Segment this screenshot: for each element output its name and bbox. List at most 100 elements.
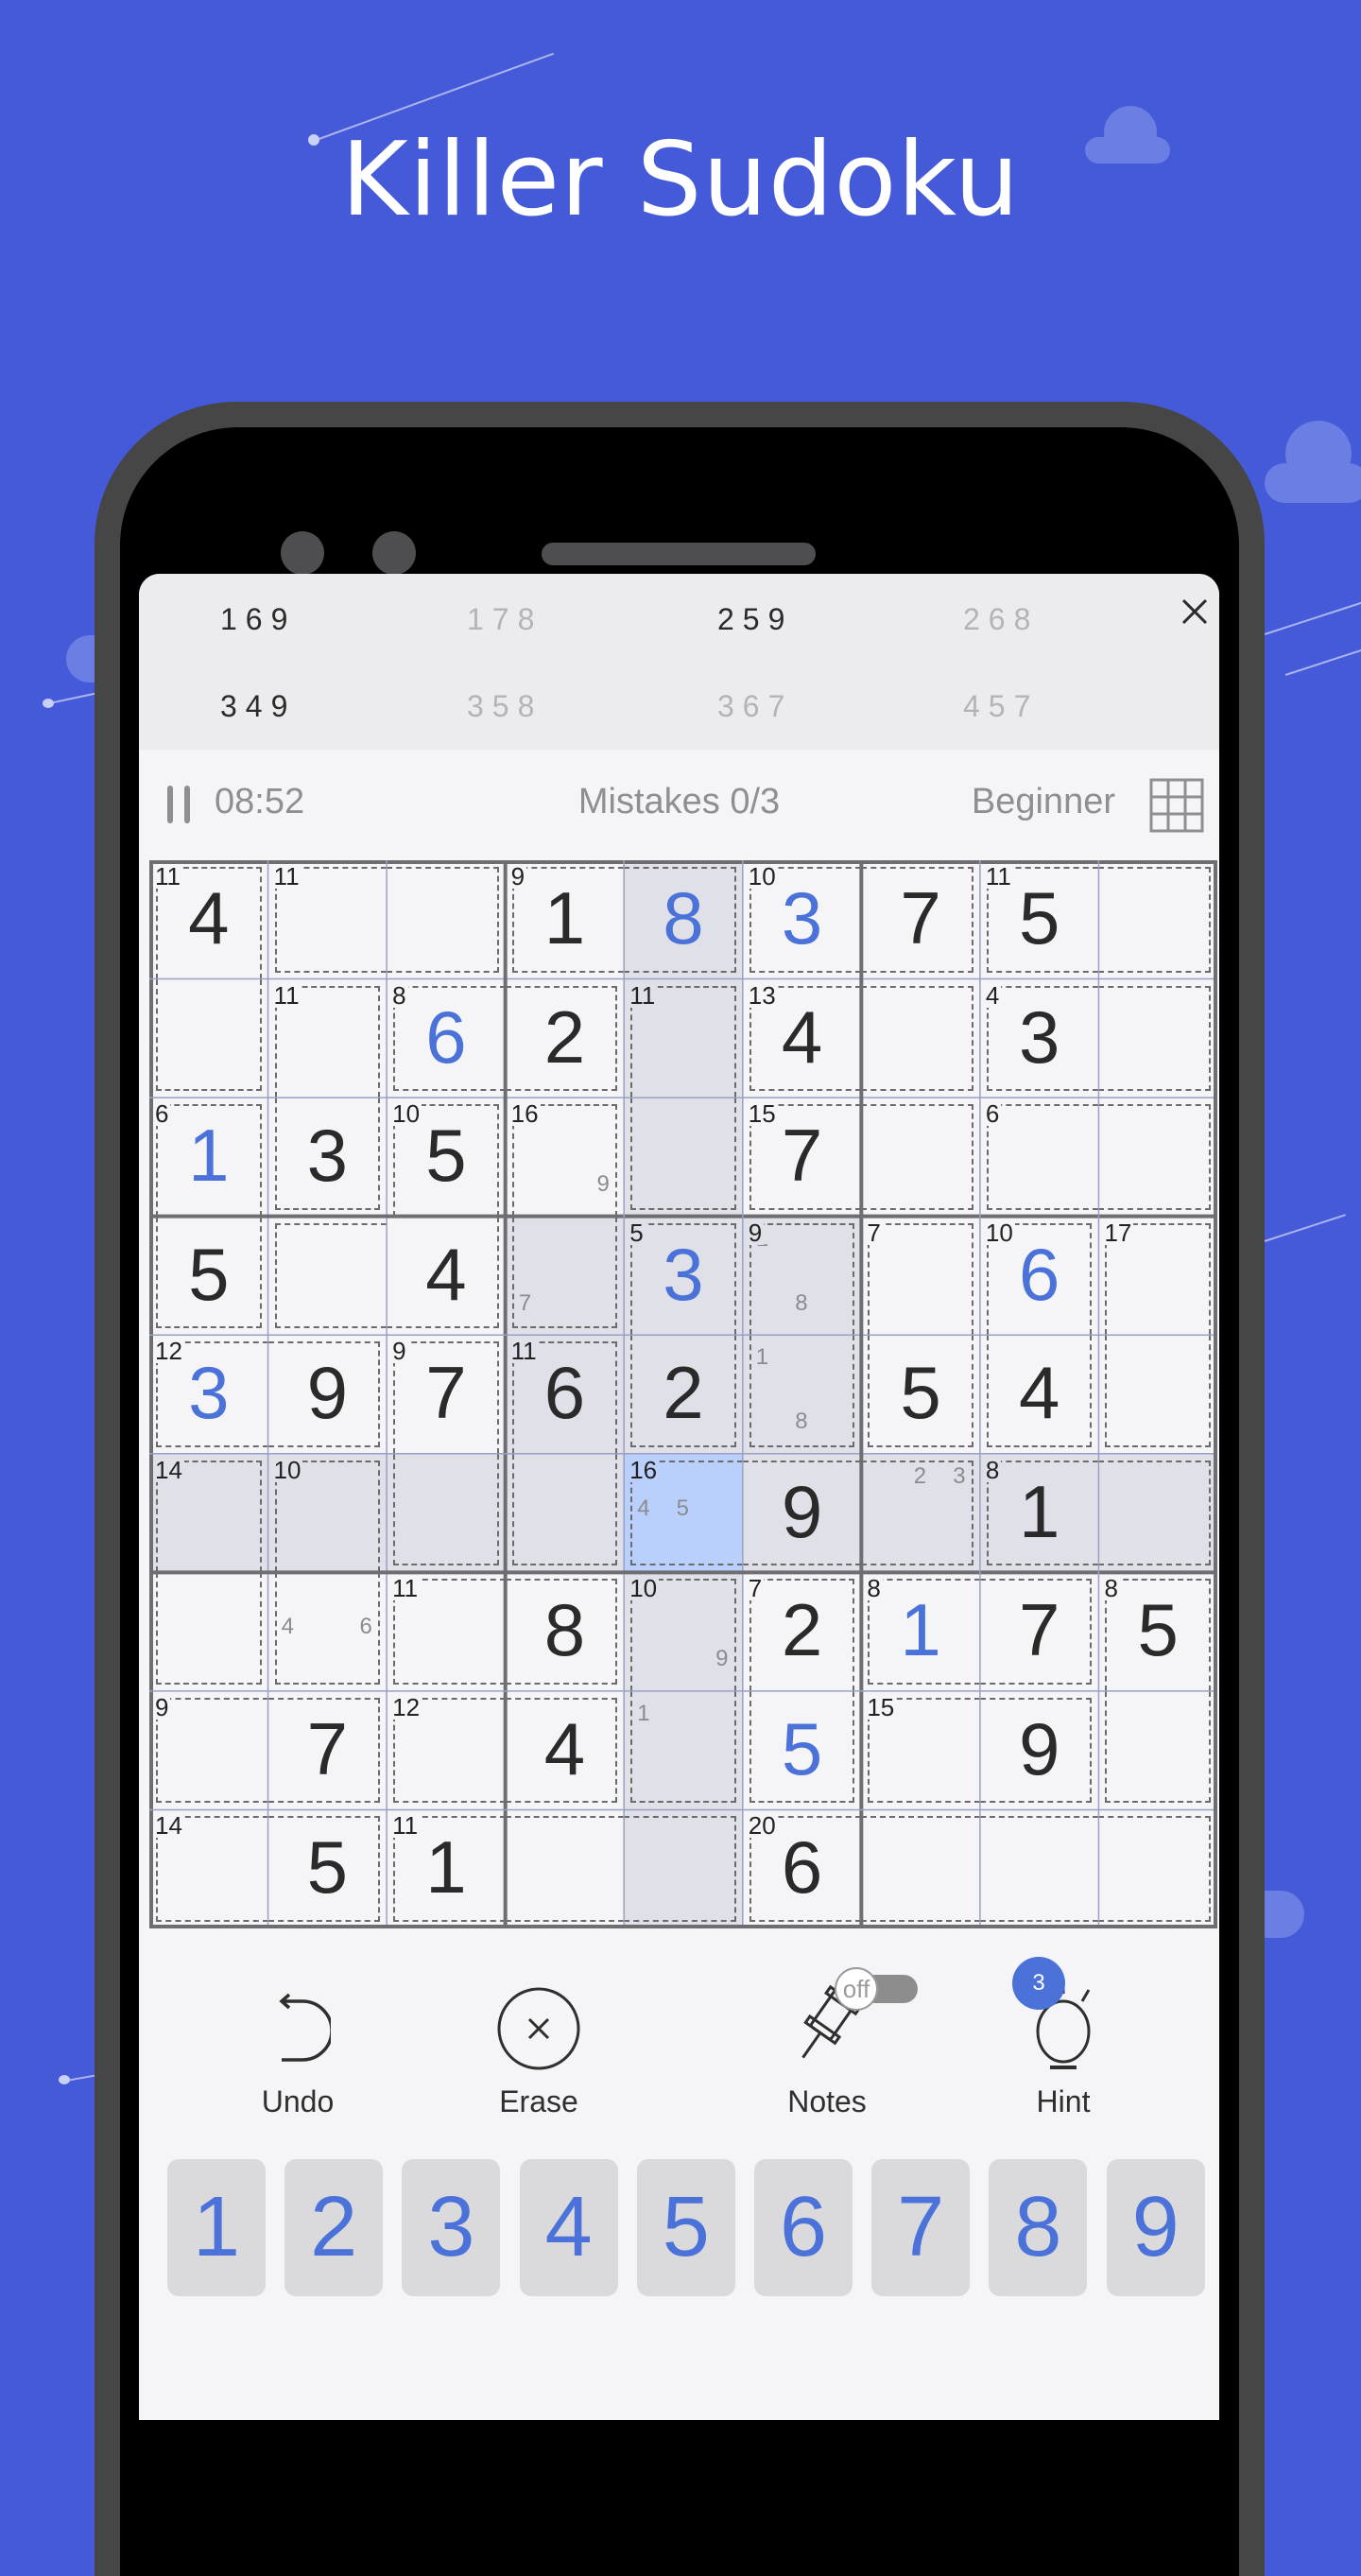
- number-key-8[interactable]: 8: [989, 2159, 1088, 2296]
- board-cell-r2c8[interactable]: 43: [979, 978, 1099, 1098]
- board-cell-r3c5[interactable]: [624, 1098, 743, 1217]
- board-cell-r2c9[interactable]: [1098, 978, 1217, 1098]
- board-cell-r5c9[interactable]: [1098, 1335, 1217, 1454]
- number-key-5[interactable]: 5: [636, 2159, 735, 2296]
- grid-icon[interactable]: [1149, 778, 1204, 833]
- board-cell-r2c4[interactable]: 2: [505, 978, 625, 1098]
- board-cell-r9c7[interactable]: [861, 1809, 980, 1928]
- close-icon[interactable]: [1176, 593, 1214, 631]
- number-key-9[interactable]: 9: [1106, 2159, 1205, 2296]
- board-cell-r2c5[interactable]: 11: [624, 978, 743, 1098]
- notes-button[interactable]: off Notes: [732, 1945, 922, 2134]
- board-cell-r7c5[interactable]: 10 9: [624, 1572, 743, 1691]
- board-cell-r3c4[interactable]: 16 9: [505, 1098, 625, 1217]
- board-cell-r5c1[interactable]: 12 3: [149, 1335, 268, 1454]
- board-cell-r3c3[interactable]: 10 5: [387, 1098, 506, 1217]
- board-cell-r6c9[interactable]: [1098, 1453, 1217, 1573]
- board-cell-r2c1[interactable]: [149, 978, 268, 1098]
- board-cell-r8c6[interactable]: 5: [742, 1690, 862, 1810]
- board-cell-r7c8[interactable]: 7: [979, 1572, 1099, 1691]
- board-cell-r4c6[interactable]: 918: [742, 1216, 862, 1336]
- board-cell-r2c7[interactable]: [861, 978, 980, 1098]
- board-cell-r8c3[interactable]: 12: [387, 1690, 506, 1810]
- board-cell-r9c5[interactable]: [624, 1809, 743, 1928]
- board-cell-r4c2[interactable]: [267, 1216, 388, 1336]
- board-cell-r6c2[interactable]: 10: [267, 1453, 388, 1573]
- board-cell-r5c6[interactable]: 18: [742, 1335, 862, 1454]
- board-cell-r5c2[interactable]: 9: [267, 1335, 388, 1454]
- notes-toggle[interactable]: off: [835, 1967, 920, 2011]
- board-cell-r9c9[interactable]: [1098, 1809, 1217, 1928]
- board-cell-r2c3[interactable]: 86: [387, 978, 506, 1098]
- board-cell-r1c7[interactable]: 7: [861, 860, 980, 979]
- board-cell-r3c8[interactable]: 6: [979, 1098, 1099, 1217]
- board-cell-r1c8[interactable]: 11 5: [979, 860, 1099, 979]
- board-cell-r1c6[interactable]: 10 3: [742, 860, 862, 979]
- board-cell-r1c3[interactable]: [387, 860, 506, 979]
- board-cell-r1c9[interactable]: [1098, 860, 1217, 979]
- undo-button[interactable]: Undo: [203, 1945, 392, 2134]
- board-cell-r8c9[interactable]: [1098, 1690, 1217, 1810]
- board-cell-r3c1[interactable]: 61: [149, 1098, 268, 1217]
- board-cell-r7c1[interactable]: [149, 1572, 268, 1691]
- board-cell-r8c7[interactable]: 15: [861, 1690, 980, 1810]
- board-cell-r7c6[interactable]: 72: [742, 1572, 862, 1691]
- board-cell-r4c1[interactable]: 5: [149, 1216, 268, 1336]
- board-cell-r5c3[interactable]: 97: [387, 1335, 506, 1454]
- board-cell-r3c2[interactable]: 3: [267, 1098, 388, 1217]
- board-cell-r5c4[interactable]: 11 6: [505, 1335, 625, 1454]
- board-cell-r7c3[interactable]: 11: [387, 1572, 506, 1691]
- number-key-3[interactable]: 3: [402, 2159, 501, 2296]
- erase-button[interactable]: Erase: [444, 1945, 633, 2134]
- number-key-1[interactable]: 1: [167, 2159, 266, 2296]
- board-cell-r4c3[interactable]: 4: [387, 1216, 506, 1336]
- board-cell-r4c9[interactable]: 17: [1098, 1216, 1217, 1336]
- board-cell-r1c1[interactable]: 11 4: [149, 860, 268, 979]
- board-cell-r2c6[interactable]: 13 4: [742, 978, 862, 1098]
- board-cell-r5c7[interactable]: 5: [861, 1335, 980, 1454]
- board-cell-r7c2[interactable]: 46: [267, 1572, 388, 1691]
- board-cell-r6c4[interactable]: [505, 1453, 625, 1573]
- cage-sum: 7: [748, 1574, 765, 1603]
- board-cell-r3c6[interactable]: 15 7: [742, 1098, 862, 1217]
- board-cell-r3c7[interactable]: [861, 1098, 980, 1217]
- board-cell-r9c1[interactable]: 14: [149, 1809, 268, 1928]
- board-cell-r5c5[interactable]: 2: [624, 1335, 743, 1454]
- shooting-star-streak: [65, 2074, 96, 2082]
- board-cell-r6c8[interactable]: 81: [979, 1453, 1099, 1573]
- board-cell-r1c5[interactable]: 8: [624, 860, 743, 979]
- board-cell-r1c2[interactable]: 11: [267, 860, 388, 979]
- number-key-7[interactable]: 7: [871, 2159, 971, 2296]
- board-cell-r5c8[interactable]: 4: [979, 1335, 1099, 1454]
- number-key-2[interactable]: 2: [284, 2159, 384, 2296]
- board-cell-r6c6[interactable]: 9: [742, 1453, 862, 1573]
- number-key-4[interactable]: 4: [519, 2159, 618, 2296]
- board-cell-r7c7[interactable]: 81: [861, 1572, 980, 1691]
- board-cell-r4c4[interactable]: 7: [505, 1216, 625, 1336]
- board-cell-r8c2[interactable]: 7: [267, 1690, 388, 1810]
- board-cell-r9c3[interactable]: 11 1: [387, 1809, 506, 1928]
- board-cell-r2c2[interactable]: 11: [267, 978, 388, 1098]
- board-cell-r1c4[interactable]: 91: [505, 860, 625, 979]
- board-cell-r8c4[interactable]: 4: [505, 1690, 625, 1810]
- board-cell-r8c1[interactable]: 9: [149, 1690, 268, 1810]
- cage-sum: 11: [985, 862, 1013, 890]
- board-cell-r6c5[interactable]: 16 4 5: [624, 1453, 743, 1573]
- board-cell-r9c4[interactable]: [505, 1809, 625, 1928]
- board-cell-r4c5[interactable]: 53: [624, 1216, 743, 1336]
- board-cell-r3c9[interactable]: [1098, 1098, 1217, 1217]
- board-cell-r9c2[interactable]: 5: [267, 1809, 388, 1928]
- cage-sum: 12: [392, 1692, 422, 1721]
- board-cell-r7c4[interactable]: 8: [505, 1572, 625, 1691]
- board-cell-r9c6[interactable]: 20 6: [742, 1809, 862, 1928]
- board-cell-r4c8[interactable]: 10 6: [979, 1216, 1099, 1336]
- board-cell-r6c1[interactable]: 14: [149, 1453, 268, 1573]
- board-cell-r8c8[interactable]: 9: [979, 1690, 1099, 1810]
- board-cell-r6c7[interactable]: 23: [861, 1453, 980, 1573]
- board-cell-r8c5[interactable]: 1: [624, 1690, 743, 1810]
- board-cell-r7c9[interactable]: 85: [1098, 1572, 1217, 1691]
- number-key-6[interactable]: 6: [754, 2159, 853, 2296]
- board-cell-r9c8[interactable]: [979, 1809, 1099, 1928]
- board-cell-r4c7[interactable]: 7: [861, 1216, 980, 1336]
- board-cell-r6c3[interactable]: [387, 1453, 506, 1573]
